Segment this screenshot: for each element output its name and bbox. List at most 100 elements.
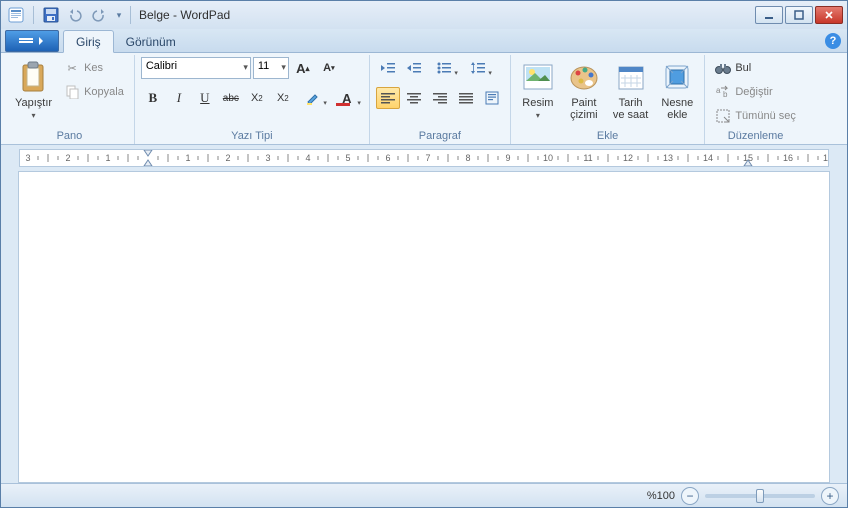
insert-paint-button[interactable]: Paint çizimi	[563, 57, 605, 123]
increase-indent-button[interactable]	[402, 57, 426, 79]
svg-text:11: 11	[583, 153, 592, 163]
palette-icon	[568, 61, 600, 93]
svg-text:13: 13	[663, 153, 673, 163]
grow-font-button[interactable]: A▴	[291, 57, 315, 79]
zoom-out-button[interactable]: −	[681, 487, 699, 505]
font-size-combo[interactable]: 11▾	[253, 57, 289, 79]
zoom-level: %100	[647, 490, 675, 502]
copy-icon	[64, 84, 80, 100]
select-all-icon	[715, 108, 731, 124]
qat-customize-icon[interactable]: ▾	[112, 4, 126, 26]
save-icon[interactable]	[40, 4, 62, 26]
superscript-button[interactable]: X2	[271, 87, 295, 109]
paragraph-dialog-button[interactable]	[480, 87, 504, 109]
help-icon[interactable]: ?	[825, 33, 841, 49]
insert-picture-button[interactable]: Resim ▾	[517, 57, 559, 122]
strikethrough-button[interactable]: abc	[219, 87, 243, 109]
group-label-paragraph: Paragraf	[376, 129, 504, 144]
svg-text:6: 6	[385, 153, 390, 163]
copy-button[interactable]: Kopyala	[60, 81, 128, 103]
app-window: ▾ Belge - WordPad Giriş Görünüm ?	[0, 0, 848, 508]
object-icon	[661, 61, 693, 93]
picture-icon	[522, 61, 554, 93]
svg-text:1: 1	[105, 153, 110, 163]
svg-text:2: 2	[65, 153, 70, 163]
chevron-down-icon: ▾	[32, 111, 36, 120]
clipboard-icon	[18, 61, 50, 93]
highlight-button[interactable]: ▾	[297, 87, 329, 109]
svg-text:7: 7	[425, 153, 430, 163]
group-clipboard: Yapıştır ▾ ✂ Kes Kopyala Pano	[5, 55, 135, 144]
svg-text:5: 5	[345, 153, 350, 163]
file-tab[interactable]	[5, 30, 59, 52]
group-paragraph: ▾ ▾ Paragraf	[370, 55, 511, 144]
align-center-button[interactable]	[402, 87, 426, 109]
chevron-down-icon: ▾	[243, 62, 248, 73]
zoom-slider[interactable]	[705, 494, 815, 498]
group-editing: Bul ab Değiştir Tümünü seç	[705, 55, 806, 144]
underline-button[interactable]: U	[193, 87, 217, 109]
minimize-button[interactable]	[755, 6, 783, 24]
document-page[interactable]	[18, 171, 830, 483]
chevron-down-icon: ▾	[281, 62, 286, 73]
document-area	[1, 169, 847, 483]
chevron-down-icon: ▾	[536, 111, 540, 120]
svg-text:2: 2	[225, 153, 230, 163]
window-title: Belge - WordPad	[139, 8, 755, 22]
insert-date-button[interactable]: Tarih ve saat	[609, 57, 652, 123]
status-bar: %100 − +	[1, 483, 847, 507]
subscript-button[interactable]: X2	[245, 87, 269, 109]
bullets-button[interactable]: ▾	[428, 57, 460, 79]
group-label-clipboard: Pano	[11, 129, 128, 144]
find-button[interactable]: Bul	[711, 57, 800, 79]
ruler-area: 3211234567891011121314151617	[1, 145, 847, 169]
tab-home[interactable]: Giriş	[63, 30, 114, 53]
svg-text:17: 17	[823, 153, 828, 163]
tab-view[interactable]: Görünüm	[114, 31, 188, 52]
svg-text:12: 12	[623, 153, 633, 163]
select-all-button[interactable]: Tümünü seç	[711, 105, 800, 127]
zoom-in-button[interactable]: +	[821, 487, 839, 505]
svg-text:14: 14	[703, 153, 713, 163]
decrease-indent-button[interactable]	[376, 57, 400, 79]
group-label-insert: Ekle	[517, 129, 698, 144]
svg-text:1: 1	[185, 153, 190, 163]
quick-access-toolbar: ▾	[5, 4, 126, 26]
font-name-combo[interactable]: Calibri▾	[141, 57, 251, 79]
cut-button[interactable]: ✂ Kes	[60, 57, 128, 79]
undo-icon[interactable]	[64, 4, 86, 26]
bold-button[interactable]: B	[141, 87, 165, 109]
paste-button[interactable]: Yapıştır ▾	[11, 57, 56, 122]
svg-text:a: a	[716, 86, 721, 95]
svg-text:3: 3	[25, 153, 30, 163]
horizontal-ruler[interactable]: 3211234567891011121314151617	[19, 149, 829, 167]
shrink-font-button[interactable]: A▾	[317, 57, 341, 79]
calendar-icon	[615, 61, 647, 93]
group-font: Calibri▾ 11▾ A▴ A▾ B I U abc X2	[135, 55, 370, 144]
ribbon: Yapıştır ▾ ✂ Kes Kopyala Pano	[1, 53, 847, 145]
close-button[interactable]	[815, 6, 843, 24]
align-right-button[interactable]	[428, 87, 452, 109]
app-icon[interactable]	[5, 4, 27, 26]
insert-object-button[interactable]: Nesne ekle	[656, 57, 698, 123]
svg-text:10: 10	[543, 153, 553, 163]
svg-text:9: 9	[505, 153, 510, 163]
maximize-button[interactable]	[785, 6, 813, 24]
binoculars-icon	[715, 60, 731, 76]
svg-text:8: 8	[465, 153, 470, 163]
svg-text:4: 4	[305, 153, 310, 163]
group-label-font: Yazı Tipi	[141, 129, 363, 144]
window-controls	[755, 6, 843, 24]
group-insert: Resim ▾ Paint çizimi Tarih ve saat	[511, 55, 705, 144]
align-justify-button[interactable]	[454, 87, 478, 109]
align-left-button[interactable]	[376, 87, 400, 109]
titlebar: ▾ Belge - WordPad	[1, 1, 847, 29]
replace-button[interactable]: ab Değiştir	[711, 81, 800, 103]
scissors-icon: ✂	[64, 60, 80, 76]
italic-button[interactable]: I	[167, 87, 191, 109]
svg-text:3: 3	[265, 153, 270, 163]
line-spacing-button[interactable]: ▾	[462, 57, 494, 79]
redo-icon[interactable]	[88, 4, 110, 26]
font-color-button[interactable]: A ▾	[331, 87, 363, 109]
svg-text:b: b	[723, 90, 728, 99]
